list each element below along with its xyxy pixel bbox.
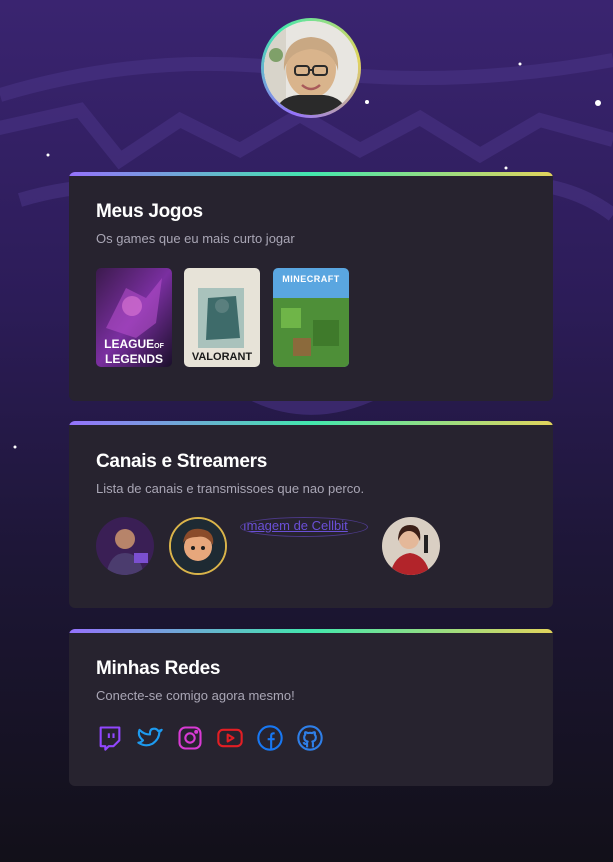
twitch-icon[interactable] — [96, 724, 124, 752]
instagram-icon[interactable] — [176, 724, 204, 752]
game-minecraft[interactable]: MINECRAFT — [273, 268, 349, 367]
game-league-of-legends[interactable]: LEAGUEOF LEGENDS — [96, 268, 172, 367]
facebook-icon[interactable] — [256, 724, 284, 752]
streamers-card-title: Canais e Streamers — [96, 451, 267, 472]
youtube-icon[interactable] — [216, 724, 244, 752]
streamer-3-broken-image[interactable]: Imagem de Cellbit — [240, 517, 368, 537]
social-card-title: Minhas Redes — [96, 658, 221, 679]
social-card-subtitle: Conecte-se comigo agora mesmo! — [96, 688, 295, 703]
profile-avatar-ring — [261, 18, 361, 118]
streamers-card-subtitle: Lista de canais e transmissoes que nao p… — [96, 481, 365, 496]
profile-avatar — [264, 21, 358, 115]
github-icon[interactable] — [296, 724, 324, 752]
games-card-title: Meus Jogos — [96, 201, 203, 222]
games-card: Meus Jogos Os games que eu mais curto jo… — [69, 172, 553, 401]
game-minecraft-label: MINECRAFT — [282, 274, 340, 284]
game-lol-line2: LEGENDS — [104, 352, 163, 366]
game-lol-small: OF — [154, 343, 164, 350]
games-card-subtitle: Os games que eu mais curto jogar — [96, 231, 295, 246]
profile-photo — [264, 21, 358, 115]
twitter-icon[interactable] — [136, 724, 164, 752]
game-lol-line1: LEAGUE — [104, 337, 155, 351]
streamer-2-avatar[interactable] — [169, 517, 227, 575]
social-card: Minhas Redes Conecte-se comigo agora mes… — [69, 629, 553, 786]
streamer-4-avatar[interactable] — [382, 517, 440, 575]
game-valorant-label: VALORANT — [191, 351, 253, 363]
streamers-card: Canais e Streamers Lista de canais e tra… — [69, 421, 553, 608]
game-valorant[interactable]: VALORANT — [184, 268, 260, 367]
streamer-1-avatar[interactable] — [96, 517, 154, 575]
